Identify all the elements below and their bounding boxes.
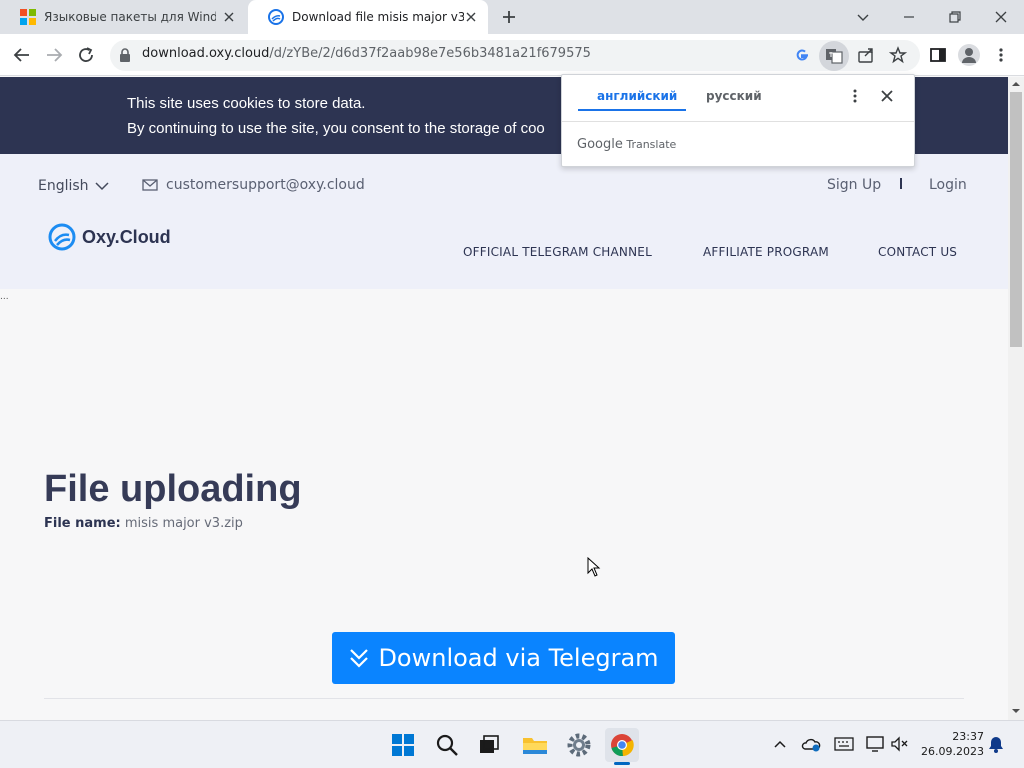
download-button-label: Download via Telegram	[378, 644, 659, 672]
page-title: File uploading	[44, 468, 302, 510]
translate-popup: английский русский Google Translate	[561, 74, 915, 167]
divider	[44, 698, 964, 699]
tab-title: Языковые пакеты для Windows	[44, 10, 216, 24]
file-name-line: File name: misis major v3.zip	[44, 516, 243, 531]
tab-search-chevron-icon[interactable]	[840, 0, 886, 34]
settings-gear-icon[interactable]	[562, 728, 596, 762]
clock-date: 26.09.2023	[921, 745, 984, 758]
oxycloud-logo-icon	[48, 223, 76, 251]
nav-affiliate-program[interactable]: AFFILIATE PROGRAM	[703, 245, 829, 259]
cookie-text-line1: This site uses cookies to store data.	[127, 95, 366, 112]
translate-tab-target[interactable]: русский	[706, 89, 762, 103]
language-label: English	[38, 178, 89, 194]
onedrive-icon[interactable]	[801, 734, 821, 754]
side-marker: ...	[0, 292, 9, 302]
google-translate-brand: Google Translate	[577, 137, 676, 152]
url-text[interactable]: download.oxy.cloud/d/zYBe/2/d6d37f2aab98…	[142, 46, 591, 61]
translate-tab-source[interactable]: английский	[597, 89, 677, 103]
site-header	[0, 154, 1008, 289]
network-display-icon[interactable]	[866, 734, 886, 754]
reload-icon[interactable]	[74, 43, 98, 67]
active-app-indicator	[614, 762, 630, 765]
file-name-value: misis major v3.zip	[124, 516, 243, 531]
more-menu-icon[interactable]	[994, 46, 1008, 64]
download-via-telegram-button[interactable]: Download via Telegram	[332, 632, 675, 684]
chrome-taskbar-icon[interactable]	[605, 728, 639, 762]
site-logo[interactable]: Oxy.Cloud	[48, 223, 171, 251]
translate-divider	[562, 121, 914, 122]
cookie-text-line2: By continuing to use the site, you conse…	[127, 120, 545, 137]
google-g-icon[interactable]	[793, 46, 811, 64]
auth-separator	[900, 178, 902, 189]
profile-avatar-icon[interactable]	[958, 44, 980, 66]
restore-icon[interactable]	[932, 0, 978, 34]
mouse-cursor-icon	[587, 557, 601, 577]
translate-wordmark: Translate	[626, 138, 677, 151]
close-window-icon[interactable]	[978, 0, 1024, 34]
google-wordmark: Google	[577, 137, 623, 152]
double-chevron-down-icon	[348, 647, 370, 669]
page-viewport: This site uses cookies to store data. By…	[0, 77, 1008, 720]
support-email[interactable]: customersupport@oxy.cloud	[142, 177, 365, 193]
file-explorer-icon[interactable]	[518, 728, 552, 762]
share-icon[interactable]	[857, 46, 875, 64]
file-name-label: File name:	[44, 516, 121, 531]
translate-options-icon[interactable]	[848, 88, 862, 104]
back-arrow-icon[interactable]	[10, 43, 34, 67]
keyboard-icon[interactable]	[834, 734, 854, 754]
volume-muted-icon[interactable]	[890, 734, 910, 754]
scroll-up-arrow-icon[interactable]	[1011, 80, 1021, 88]
bookmark-star-icon[interactable]	[889, 46, 907, 64]
tab-title: Download file misis major v3.zip	[292, 10, 464, 24]
search-icon[interactable]	[430, 728, 464, 762]
oxycloud-favicon-icon	[268, 9, 284, 25]
lock-icon[interactable]	[119, 48, 131, 62]
scroll-down-arrow-icon[interactable]	[1011, 707, 1021, 715]
show-hidden-icons-chevron-icon[interactable]	[770, 734, 790, 754]
nav-contact-us[interactable]: CONTACT US	[878, 245, 957, 259]
clock-time: 23:37	[952, 730, 984, 743]
side-panel-icon[interactable]	[929, 46, 947, 64]
minimize-icon[interactable]	[886, 0, 932, 34]
email-text: customersupport@oxy.cloud	[166, 177, 365, 193]
language-selector[interactable]: English	[38, 178, 109, 194]
translate-close-icon[interactable]	[880, 89, 894, 103]
logo-text: Oxy.Cloud	[82, 226, 171, 247]
login-link[interactable]: Login	[929, 177, 967, 193]
envelope-icon	[142, 179, 158, 191]
sign-up-link[interactable]: Sign Up	[827, 177, 881, 193]
new-tab-plus-icon[interactable]	[500, 8, 518, 26]
chevron-down-icon	[95, 181, 109, 191]
tab-close-icon[interactable]	[464, 10, 478, 24]
start-windows-icon[interactable]	[386, 728, 420, 762]
active-tab-underline	[578, 109, 686, 111]
task-view-icon[interactable]	[472, 728, 506, 762]
forward-arrow-icon[interactable]	[42, 43, 66, 67]
tab-download-file[interactable]: Download file misis major v3.zip	[248, 0, 488, 34]
notification-bell-icon[interactable]	[986, 734, 1006, 754]
nav-telegram-channel[interactable]: OFFICIAL TELEGRAM CHANNEL	[463, 245, 652, 259]
windows-logo-icon	[20, 9, 36, 25]
tab-language-packs[interactable]: Языковые пакеты для Windows	[0, 0, 246, 34]
scrollbar-thumb[interactable]	[1010, 92, 1022, 347]
tab-close-icon[interactable]	[222, 10, 236, 24]
system-clock[interactable]: 23:37 26.09.2023	[918, 729, 984, 759]
translate-page-icon[interactable]	[819, 41, 849, 71]
